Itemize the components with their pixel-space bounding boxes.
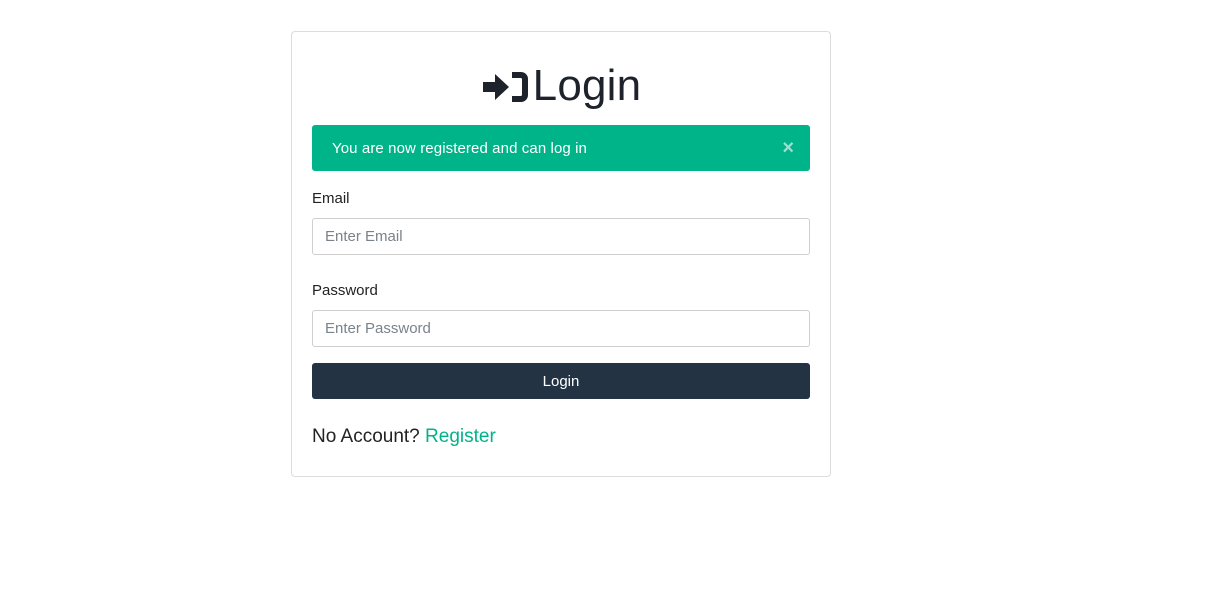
close-icon[interactable]: × xyxy=(782,138,794,158)
register-link[interactable]: Register xyxy=(425,426,496,447)
page-title: Login xyxy=(532,61,642,110)
register-prompt: No Account? Register xyxy=(312,425,810,449)
email-field[interactable] xyxy=(312,218,810,255)
page: Login You are now registered and can log… xyxy=(0,0,1223,600)
password-label: Password xyxy=(312,282,378,299)
password-field[interactable] xyxy=(312,310,810,347)
page-heading: Login xyxy=(312,60,810,112)
no-account-text: No Account? xyxy=(312,426,426,447)
email-label: Email xyxy=(312,190,350,207)
login-button[interactable]: Login xyxy=(312,363,810,399)
login-card: Login You are now registered and can log… xyxy=(291,31,831,477)
success-alert: You are now registered and can log in × xyxy=(312,125,810,171)
alert-message: You are now registered and can log in xyxy=(332,139,587,157)
sign-in-icon xyxy=(481,67,531,107)
